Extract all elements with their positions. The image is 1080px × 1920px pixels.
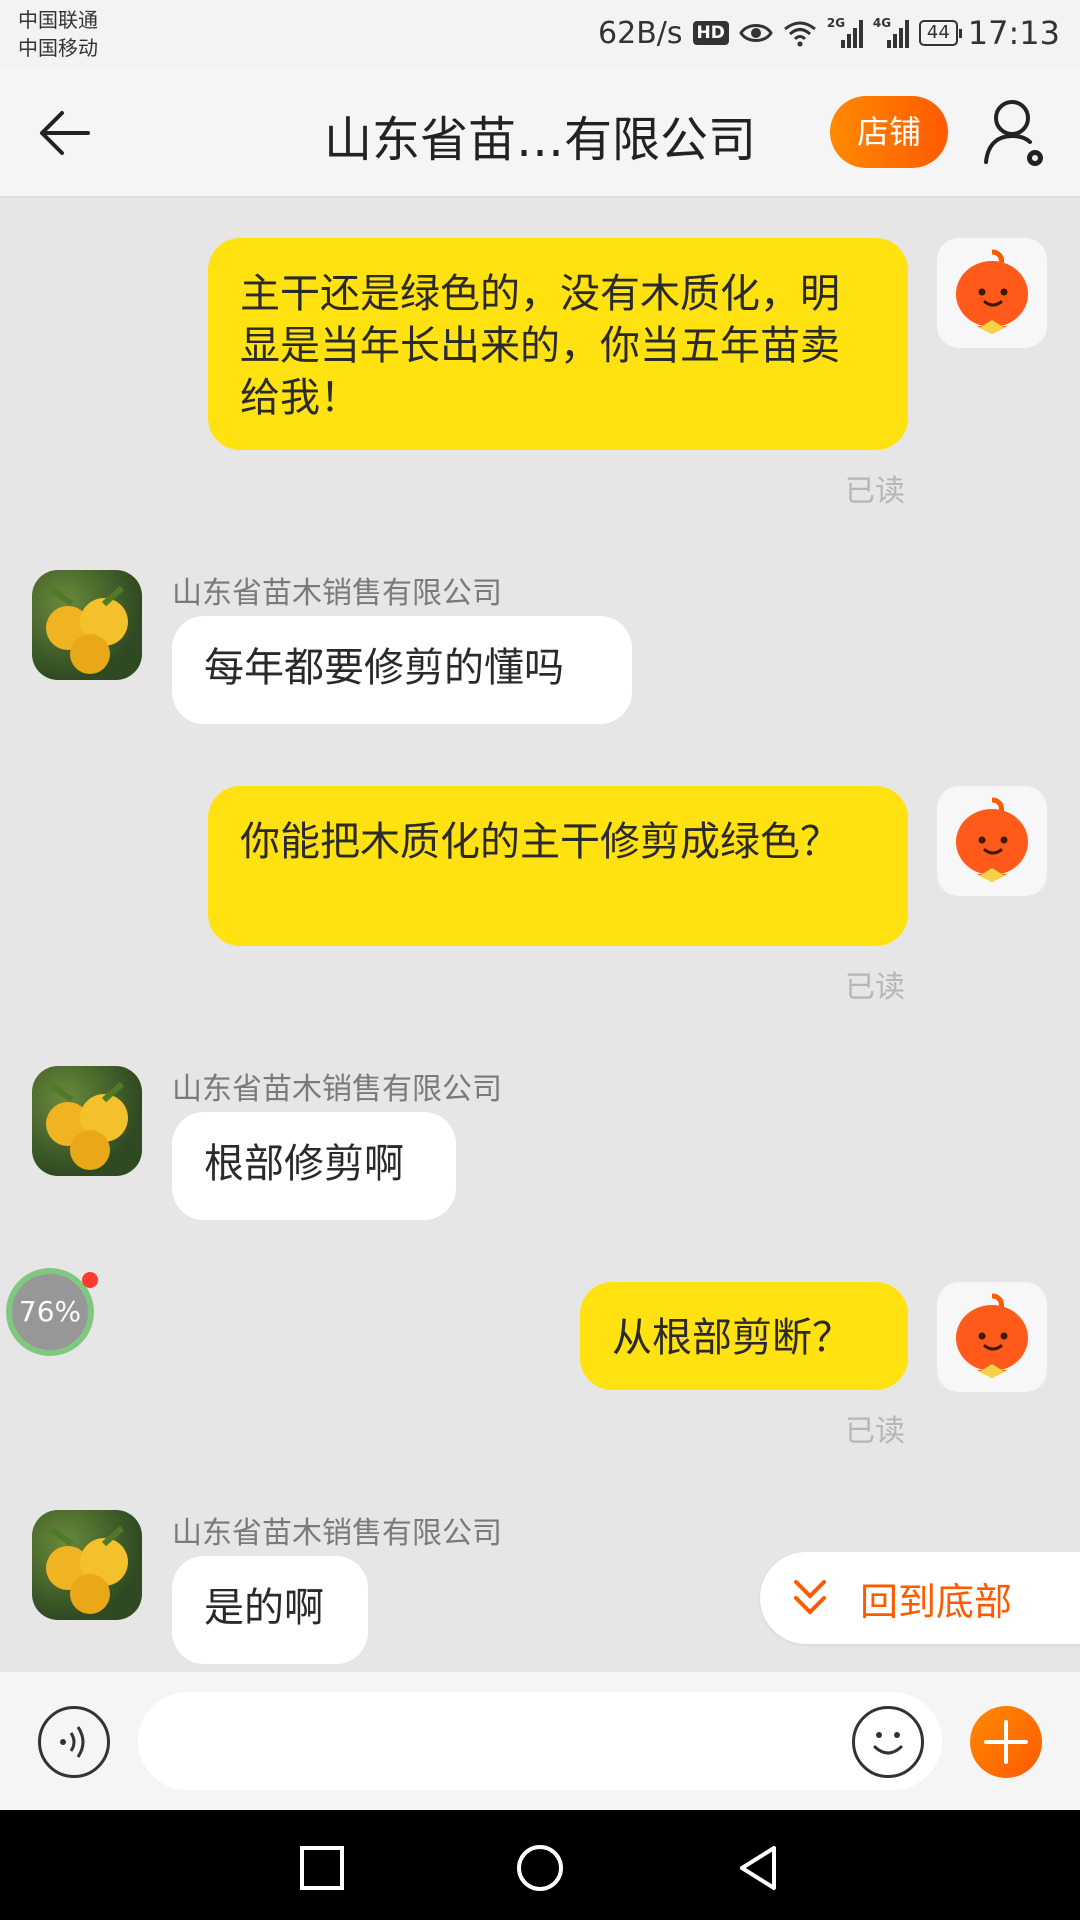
message-bubble-other[interactable]: 每年都要修剪的懂吗 (172, 616, 632, 724)
avatar-self[interactable] (937, 238, 1047, 348)
net-speed: 62B/s (598, 15, 683, 51)
mascot-icon (956, 1293, 1028, 1378)
system-nav-bar (0, 1810, 1080, 1920)
sender-name: 山东省苗木销售有限公司 (172, 1072, 502, 1107)
seller-avatar-icon (46, 1081, 128, 1170)
avatar-self[interactable] (937, 1282, 1047, 1392)
add-button[interactable] (970, 1706, 1042, 1778)
double-chevron-down-icon (794, 1580, 826, 1615)
message-input[interactable] (138, 1692, 942, 1790)
message-bubble-other[interactable]: 根部修剪啊 (172, 1112, 456, 1220)
message-bubble-self[interactable]: 从根部剪断？ (580, 1282, 908, 1390)
shop-button[interactable]: 店铺 (830, 96, 948, 168)
user-gear-icon (984, 100, 1043, 166)
message-bubble-self[interactable]: 你能把木质化的主干修剪成绿色？ (208, 786, 908, 946)
read-status: 已读 (845, 1414, 905, 1449)
message-bubble-self[interactable]: 主干还是绿色的，没有木质化，明显是当年长出来的，你当五年苗卖给我！ (208, 238, 908, 450)
plus-icon (984, 1720, 1028, 1764)
seller-avatar-icon (46, 1525, 128, 1614)
page-title: 山东省苗…有限公司 (323, 112, 756, 168)
voice-button[interactable] (38, 1706, 110, 1778)
read-status: 已读 (845, 474, 905, 509)
seller-avatar-icon (46, 585, 128, 674)
square-icon (300, 1846, 344, 1890)
notification-dot (82, 1272, 98, 1288)
message-bubble-other[interactable]: 是的啊 (172, 1556, 368, 1664)
signal-4g-icon: 4G (873, 16, 909, 48)
mascot-icon (956, 797, 1028, 882)
back-to-bottom-button[interactable]: 回到底部 (760, 1552, 1080, 1644)
clock: 17:13 (967, 14, 1060, 52)
floating-progress-button[interactable]: 76% (6, 1268, 94, 1356)
triangle-back-icon (740, 1846, 776, 1890)
chat-header: 山东省苗…有限公司 店铺 (0, 68, 1080, 198)
sender-name: 山东省苗木销售有限公司 (172, 576, 502, 611)
wifi-icon (783, 21, 816, 47)
arrow-left-icon (40, 111, 90, 155)
input-bar (0, 1672, 1080, 1810)
read-status: 已读 (845, 970, 905, 1005)
emoji-button[interactable] (852, 1706, 924, 1778)
battery-icon: 44 (918, 20, 962, 46)
home-button[interactable] (512, 1840, 568, 1896)
back-to-bottom-label: 回到底部 (860, 1579, 1013, 1624)
carrier-1: 中国联通 (18, 8, 98, 32)
avatar-seller[interactable] (32, 1510, 142, 1620)
eye-icon (739, 24, 773, 42)
recent-apps-button[interactable] (294, 1840, 350, 1896)
chat-list[interactable]: 主干还是绿色的，没有木质化，明显是当年长出来的，你当五年苗卖给我！ 已读 山东省… (0, 200, 1080, 1672)
status-bar: 中国联通 中国移动 62B/s HD 2G 4G 44 17:13 (0, 0, 1080, 68)
carrier-2: 中国移动 (18, 36, 98, 60)
emoji-icon (873, 1732, 903, 1755)
avatar-seller[interactable] (32, 570, 142, 680)
signal-2g-icon: 2G (827, 16, 863, 48)
avatar-self[interactable] (937, 786, 1047, 896)
back-button[interactable] (30, 98, 100, 168)
hd-icon: HD (692, 21, 729, 45)
voice-icon (60, 1726, 85, 1758)
user-settings-button[interactable] (980, 96, 1050, 172)
carriers: 中国联通 中国移动 (18, 6, 98, 62)
avatar-seller[interactable] (32, 1066, 142, 1176)
back-nav-button[interactable] (730, 1840, 786, 1896)
circle-icon (517, 1845, 563, 1891)
sender-name: 山东省苗木销售有限公司 (172, 1516, 502, 1551)
status-icons: 62B/s HD 2G 4G 44 17:13 (598, 10, 1060, 56)
mascot-icon (956, 249, 1028, 334)
